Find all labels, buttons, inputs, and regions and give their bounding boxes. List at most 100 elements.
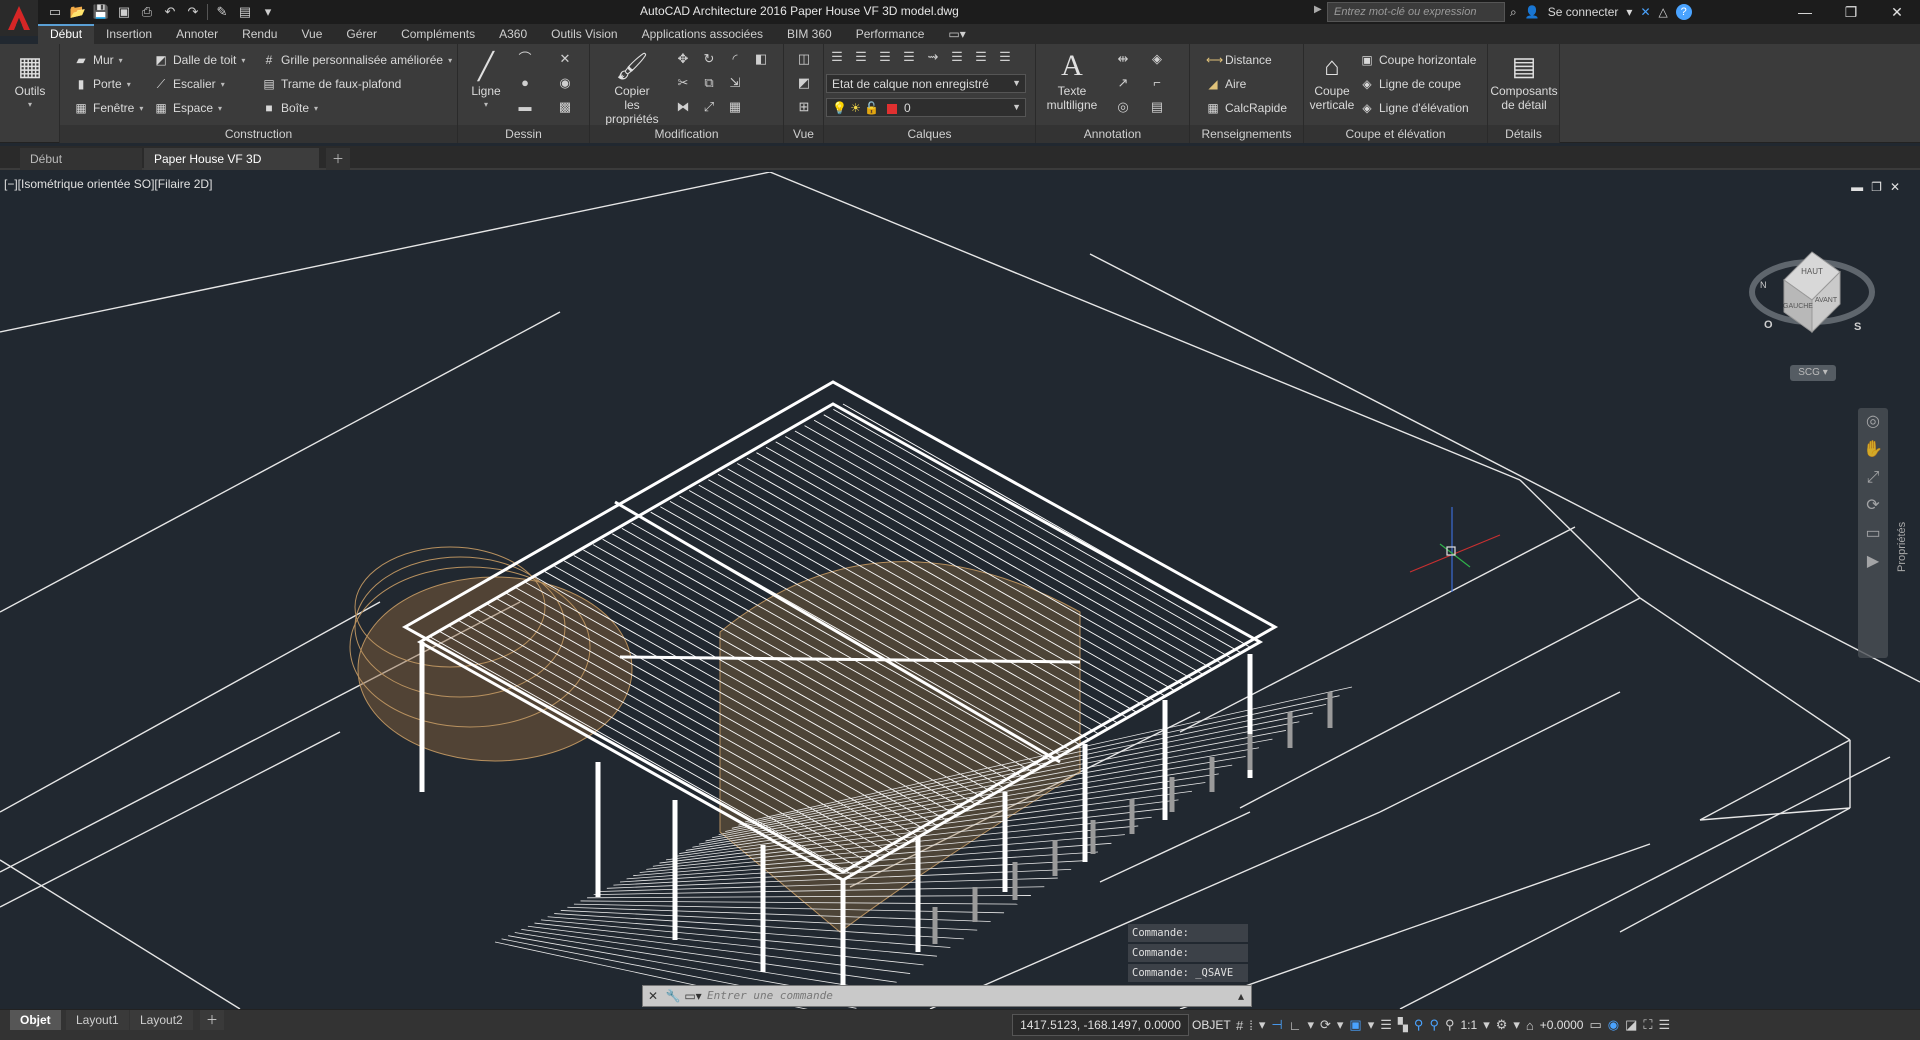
ucs-menu[interactable]: SCG ▾ [1790, 365, 1836, 381]
mur-button[interactable]: ▰ Mur ▾ [74, 53, 122, 67]
layout-tab-model[interactable]: Objet [10, 1010, 61, 1030]
texte-multiligne-button[interactable]: A Texte multiligne [1042, 50, 1102, 113]
chevron-down-icon[interactable]: ▾ [1307, 1017, 1314, 1033]
save-icon[interactable]: 💾 [92, 3, 110, 21]
tab-a360[interactable]: A360 [487, 24, 539, 44]
viewport-restore-icon[interactable]: ❐ [1871, 180, 1882, 194]
new-tab-button[interactable]: ＋ [326, 148, 350, 170]
details-panel-title[interactable]: Détails [1488, 125, 1559, 143]
array-icon[interactable]: ▦ [726, 98, 744, 116]
a360-icon[interactable]: △ [1659, 5, 1668, 19]
save-as-icon[interactable]: ▣ [115, 3, 133, 21]
redo-icon[interactable]: ↷ [184, 3, 202, 21]
help-icon[interactable]: ? [1675, 4, 1692, 20]
application-menu-button[interactable] [0, 0, 38, 36]
workspace-icon[interactable]: ▤ [236, 3, 254, 21]
tab-start[interactable]: Début [20, 148, 142, 170]
ellipse-icon[interactable]: ◉ [556, 74, 574, 92]
add-layout-button[interactable]: ＋ [200, 1010, 225, 1030]
annotation-visibility-icon[interactable]: ⚲ [1414, 1017, 1424, 1033]
coupe-verticale-button[interactable]: ⌂ Coupe verticale [1308, 50, 1356, 112]
construction-panel-title[interactable]: Construction [60, 125, 457, 143]
minimize-icon[interactable]: — [1782, 0, 1828, 24]
renseignements-panel-title[interactable]: Renseignements [1190, 125, 1303, 143]
distance-button[interactable]: ⟷ Distance [1206, 53, 1272, 67]
dynamic-input-icon[interactable]: ⊣ [1271, 1017, 1282, 1033]
clean-screen-icon[interactable]: ⛶ [1643, 1017, 1652, 1033]
walk-icon[interactable]: ▶ [1858, 548, 1888, 576]
table-icon[interactable]: ▤ [1148, 98, 1166, 116]
viewport-icon[interactable]: ⊞ [795, 98, 813, 116]
chevron-down-icon[interactable]: ▾ [1483, 1017, 1490, 1033]
search-input[interactable]: Entrez mot-clé ou expression [1327, 2, 1505, 22]
dessin-panel-title[interactable]: Dessin [458, 125, 589, 143]
stretch-icon[interactable]: ⇲ [726, 74, 744, 92]
layout-tab-layout2[interactable]: Layout2 [130, 1010, 193, 1030]
lineweight-icon[interactable]: ☰ [1380, 1017, 1392, 1033]
layer-state-select[interactable]: Etat de calque non enregistré ▼ [826, 74, 1026, 93]
drawing-viewport[interactable]: HAUT GAUCHE AVANT O S N [−][Isométrique … [0, 172, 1920, 1009]
rectangle-icon[interactable]: ▬ [516, 98, 534, 116]
ligne-button[interactable]: ╱ Ligne ▾ [466, 50, 506, 112]
binoculars-icon[interactable]: ⌕ [1510, 5, 1517, 20]
vue-panel-title[interactable]: Vue [784, 125, 823, 143]
construction-line-icon[interactable]: ✕ [556, 50, 574, 68]
layer-isolate-icon[interactable]: ☰ [852, 48, 870, 66]
tab-applications-associees[interactable]: Applications associées [630, 24, 775, 44]
tab-document[interactable]: Paper House VF 3D model✕ [144, 148, 319, 188]
command-input[interactable]: Entrer une commande [703, 986, 1231, 1006]
compass-west-label[interactable]: O [1764, 319, 1773, 331]
layer-freeze-icon[interactable]: ☰ [876, 48, 894, 66]
ortho-icon[interactable]: ∟ [1289, 1018, 1302, 1033]
current-layer-select[interactable]: 💡 ☀ 🔓 0 ▼ [826, 98, 1026, 117]
open-icon[interactable]: 📂 [69, 3, 87, 21]
viewcube-front-label[interactable]: AVANT [1815, 297, 1838, 304]
espace-button[interactable]: ▦ Espace ▾ [154, 101, 222, 115]
chevron-up-icon[interactable]: ▴ [1231, 986, 1251, 1006]
customization-icon[interactable]: ☰ [1659, 1017, 1671, 1033]
restore-icon[interactable]: ❐ [1828, 0, 1874, 24]
showmotion-icon[interactable]: ▭ [1858, 520, 1888, 548]
viewport-close-icon[interactable]: ✕ [1890, 180, 1900, 194]
dimension-style-icon[interactable]: ⌐ [1148, 74, 1166, 92]
viewport-controls-label[interactable]: [−][Isométrique orientée SO][Filaire 2D] [4, 177, 212, 191]
tab-performance[interactable]: Performance [844, 24, 937, 44]
coordinates-readout[interactable]: 1417.5123, -168.1497, 0.0000 [1012, 1014, 1189, 1036]
zoom-extents-icon[interactable]: ⤢ [1858, 464, 1888, 492]
isolate-objects-icon[interactable]: ◪ [1625, 1017, 1637, 1033]
tab-insertion[interactable]: Insertion [94, 24, 164, 44]
orbit-icon[interactable]: ⟳ [1858, 492, 1888, 520]
escalier-button[interactable]: ⟋ Escalier ▾ [154, 77, 225, 91]
layer-previous-icon[interactable]: ☰ [972, 48, 990, 66]
keynote-icon[interactable]: ◎ [1114, 98, 1132, 116]
viewport-minimize-icon[interactable]: ▬ [1851, 180, 1863, 194]
tag-icon[interactable]: ◈ [1148, 50, 1166, 68]
new-icon[interactable]: ▭ [46, 3, 64, 21]
calcrapide-button[interactable]: ▦ CalcRapide [1206, 101, 1287, 115]
layer-match-icon[interactable]: ⇝ [924, 48, 942, 66]
tab-debut[interactable]: Début [38, 24, 95, 44]
model-space-toggle[interactable]: OBJET [1192, 1014, 1231, 1036]
close-icon[interactable]: ✕ [1874, 0, 1920, 24]
rotate-icon[interactable]: ↻ [700, 50, 718, 68]
hardware-acceleration-icon[interactable]: ◉ [1608, 1017, 1619, 1033]
copy-icon[interactable]: ⧉ [700, 74, 718, 92]
layer-lock-icon[interactable]: ☰ [948, 48, 966, 66]
mirror-icon[interactable]: ⧓ [674, 98, 692, 116]
aire-button[interactable]: ◢ Aire [1206, 77, 1246, 91]
dimension-icon[interactable]: ⇹ [1114, 50, 1132, 68]
ligne-de-coupe-button[interactable]: ◈ Ligne de coupe [1360, 77, 1461, 91]
tab-complements[interactable]: Compléments [389, 24, 487, 44]
command-prompt-icon[interactable]: ▭▾ [683, 986, 703, 1006]
tab-vue[interactable]: Vue [289, 24, 334, 44]
annotation-scale-value[interactable]: 1:1 [1461, 1018, 1478, 1032]
arc-icon[interactable]: ⌒ [516, 50, 534, 68]
viewcube-top-label[interactable]: HAUT [1801, 267, 1823, 276]
model-canvas[interactable]: HAUT GAUCHE AVANT O S N [0, 172, 1920, 1009]
fillet-icon[interactable]: ◜ [726, 50, 744, 68]
grid-icon[interactable]: # [1236, 1018, 1243, 1033]
layout-tab-layout1[interactable]: Layout1 [66, 1010, 129, 1030]
viewcube-left-label[interactable]: GAUCHE [1783, 303, 1813, 310]
boite-button[interactable]: ■ Boîte ▾ [262, 101, 318, 115]
osnap-icon[interactable]: ▣ [1349, 1017, 1361, 1033]
